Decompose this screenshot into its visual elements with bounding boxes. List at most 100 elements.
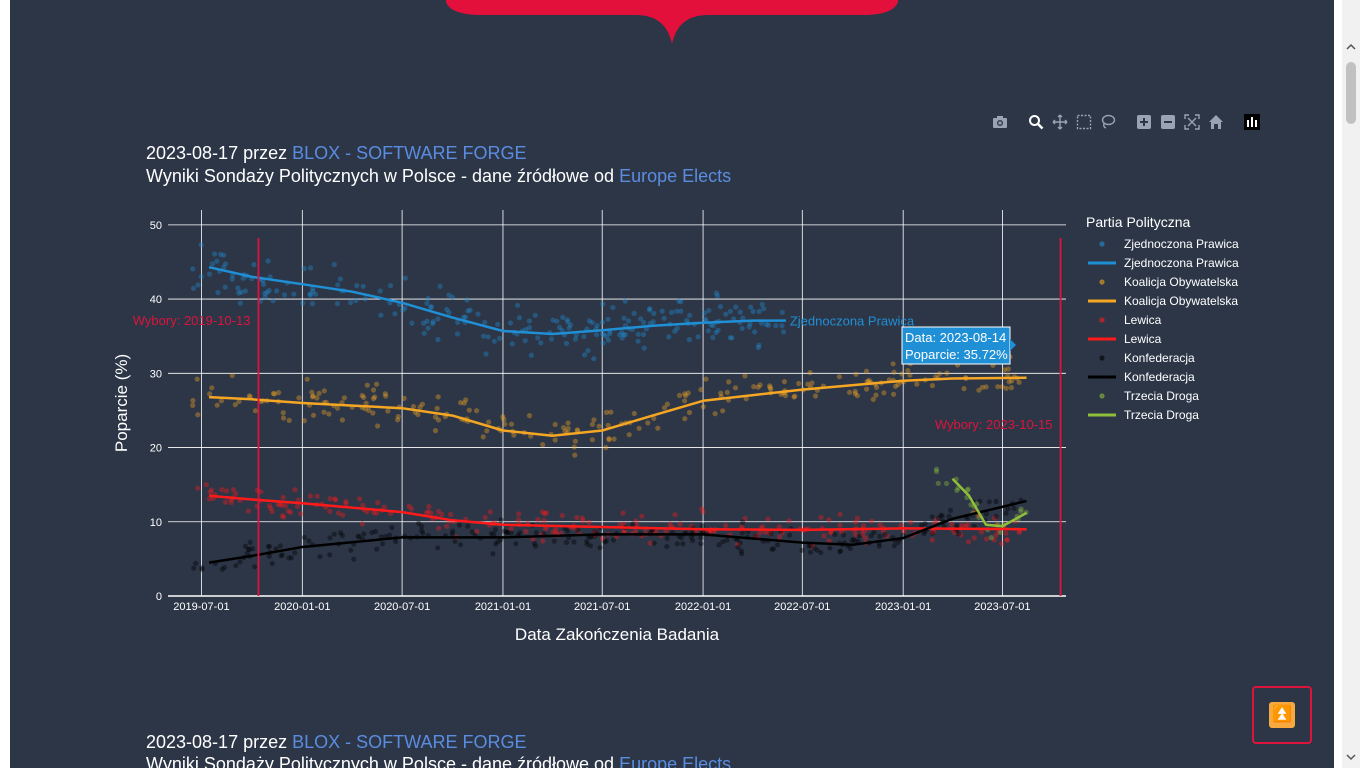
legend-item[interactable]: Koalicja Obywatelska bbox=[1086, 272, 1239, 291]
poll-marker bbox=[599, 319, 605, 325]
poll-marker bbox=[223, 488, 230, 494]
poll-marker bbox=[605, 337, 611, 343]
poll-marker bbox=[895, 382, 901, 388]
polling-chart[interactable]: 0 10 20 30 40 50 2019-07-01 2020-01-01 2020-07-0… bbox=[100, 200, 1080, 650]
poll-marker bbox=[755, 344, 762, 351]
lasso-select-icon[interactable] bbox=[1098, 112, 1118, 132]
source-link[interactable]: Europe Elects bbox=[619, 166, 731, 186]
poll-marker bbox=[655, 425, 661, 431]
source-link[interactable]: Europe Elects bbox=[619, 754, 731, 768]
poll-marker bbox=[832, 531, 838, 538]
poll-marker bbox=[755, 384, 761, 390]
poll-marker bbox=[208, 487, 215, 493]
legend-item[interactable]: Trzecia Droga bbox=[1086, 386, 1239, 405]
zoom-icon[interactable] bbox=[1026, 112, 1046, 132]
poll-marker bbox=[686, 409, 693, 416]
poll-marker bbox=[944, 370, 950, 376]
poll-marker bbox=[552, 437, 558, 443]
poll-marker bbox=[292, 550, 298, 556]
zoom-in-icon[interactable] bbox=[1134, 112, 1154, 132]
x-tick-label: 2020-01-01 bbox=[274, 601, 330, 613]
poll-marker bbox=[532, 543, 539, 549]
poll-marker bbox=[374, 546, 380, 552]
poll-marker bbox=[563, 340, 569, 346]
x-axis-title: Data Zakończenia Badania bbox=[515, 625, 720, 644]
poll-marker bbox=[199, 565, 205, 571]
legend-item-label: Konfederacja bbox=[1124, 350, 1195, 365]
legend-item[interactable]: Lewica bbox=[1086, 310, 1239, 329]
poll-marker bbox=[786, 518, 792, 524]
legend-item[interactable]: Lewica bbox=[1086, 329, 1239, 348]
poll-marker bbox=[373, 510, 379, 516]
poll-marker bbox=[723, 523, 729, 529]
poll-marker bbox=[607, 330, 613, 337]
poll-marker bbox=[377, 288, 383, 294]
poll-marker bbox=[195, 485, 201, 491]
poll-marker bbox=[280, 410, 286, 416]
author-link[interactable]: BLOX - SOFTWARE FORGE bbox=[292, 143, 526, 163]
poll-marker bbox=[356, 534, 362, 540]
poll-marker bbox=[929, 514, 935, 520]
scroll-up-arrow-icon[interactable] bbox=[1346, 42, 1356, 52]
poll-marker bbox=[507, 320, 514, 326]
poll-marker bbox=[343, 500, 349, 507]
poll-marker bbox=[436, 508, 442, 514]
legend-item[interactable]: Trzecia Droga bbox=[1086, 405, 1239, 424]
poll-marker bbox=[930, 530, 936, 536]
poll-marker bbox=[779, 309, 785, 315]
poll-marker bbox=[918, 522, 925, 528]
poll-marker bbox=[364, 382, 370, 388]
reset-axes-icon[interactable] bbox=[1206, 112, 1226, 132]
poll-marker bbox=[389, 524, 395, 531]
autoscale-icon[interactable] bbox=[1182, 112, 1202, 132]
poll-marker bbox=[724, 389, 730, 395]
poll-marker bbox=[383, 393, 389, 399]
camera-icon[interactable] bbox=[990, 112, 1010, 132]
poll-marker bbox=[1004, 537, 1010, 543]
poll-marker bbox=[672, 328, 678, 334]
poll-marker bbox=[1008, 385, 1015, 391]
scroll-down-arrow-icon[interactable] bbox=[1346, 752, 1356, 762]
poll-marker bbox=[877, 533, 883, 539]
zoom-out-icon[interactable] bbox=[1158, 112, 1178, 132]
poll-marker bbox=[837, 511, 843, 517]
poll-marker bbox=[698, 387, 704, 393]
scrollbar-thumb[interactable] bbox=[1346, 62, 1356, 124]
poll-marker bbox=[535, 516, 541, 523]
poll-marker bbox=[321, 409, 327, 415]
poll-marker bbox=[516, 511, 522, 517]
plotly-logo-icon[interactable] bbox=[1242, 112, 1262, 132]
poll-marker bbox=[326, 411, 332, 417]
poll-marker bbox=[765, 322, 772, 328]
poll-marker bbox=[676, 392, 683, 398]
poll-marker bbox=[862, 535, 868, 541]
poll-marker bbox=[237, 300, 243, 306]
scroll-to-top-button[interactable]: ⏫ bbox=[1252, 686, 1312, 744]
double-up-arrow-icon: ⏫ bbox=[1269, 702, 1295, 728]
poll-marker bbox=[682, 416, 688, 422]
legend-item[interactable]: Konfederacja bbox=[1086, 348, 1239, 367]
poll-marker bbox=[659, 308, 665, 314]
poll-marker bbox=[891, 391, 897, 397]
poll-marker bbox=[195, 282, 201, 288]
poll-marker bbox=[336, 510, 342, 516]
plot-modebar bbox=[990, 112, 1262, 132]
legend-item[interactable]: Zjednoczona Prawica bbox=[1086, 234, 1239, 253]
poll-marker bbox=[301, 266, 307, 272]
author-link[interactable]: BLOX - SOFTWARE FORGE bbox=[292, 732, 526, 752]
legend-marker-swatch bbox=[1099, 240, 1105, 247]
poll-marker bbox=[961, 386, 967, 392]
x-tick-label: 2023-07-01 bbox=[974, 601, 1030, 613]
legend-item[interactable]: Konfederacja bbox=[1086, 367, 1239, 386]
pan-icon[interactable] bbox=[1050, 112, 1070, 132]
legend-item[interactable]: Zjednoczona Prawica bbox=[1086, 253, 1239, 272]
poll-marker bbox=[914, 381, 920, 387]
legend-item[interactable]: Koalicja Obywatelska bbox=[1086, 291, 1239, 310]
poll-marker bbox=[452, 538, 458, 544]
legend-item-label: Zjednoczona Prawica bbox=[1124, 255, 1239, 270]
box-select-icon[interactable] bbox=[1074, 112, 1094, 132]
poll-marker bbox=[450, 528, 456, 534]
poll-marker bbox=[727, 335, 733, 341]
poll-marker bbox=[553, 526, 559, 532]
poll-marker bbox=[699, 523, 705, 529]
